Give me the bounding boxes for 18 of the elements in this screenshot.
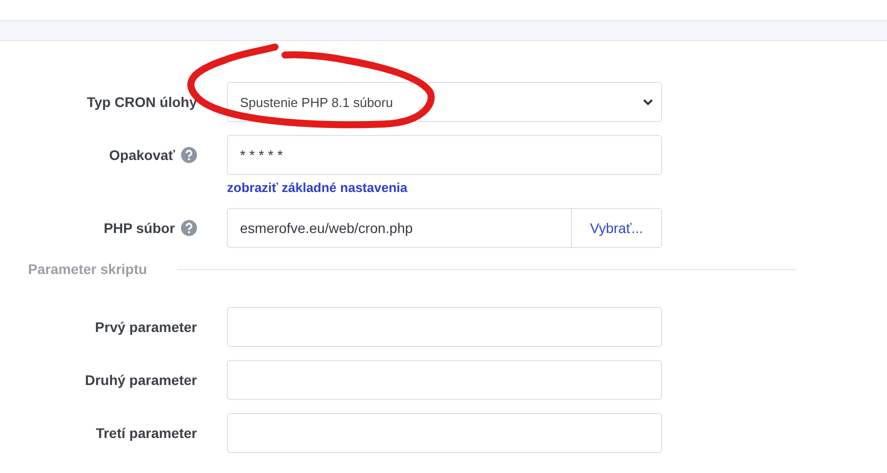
field-label: Opakovať — [109, 147, 175, 163]
help-icon[interactable] — [181, 147, 197, 163]
field-label: Druhý parameter — [84, 372, 197, 388]
field-label: Prvý parameter — [95, 319, 197, 335]
input-field[interactable]: * * * * * — [227, 135, 662, 175]
chevron-down-icon — [643, 98, 653, 106]
field-label: PHP súbor — [104, 220, 175, 236]
help-icon[interactable] — [181, 220, 197, 236]
browse-button[interactable]: Vybrať... — [571, 209, 661, 247]
field-label: Tretí parameter — [96, 425, 197, 441]
field-label: Typ CRON úlohy — [86, 94, 197, 110]
input-field[interactable] — [227, 360, 662, 400]
select-field[interactable]: Spustenie PHP 8.1 súboru — [227, 82, 662, 122]
input-field[interactable]: esmerofve.eu/web/cron.php Vybrať... — [227, 208, 662, 248]
input-field[interactable] — [227, 413, 662, 453]
section-heading: Parameter skriptu — [28, 261, 148, 277]
input-field[interactable] — [227, 307, 662, 347]
show-basic-settings-link[interactable]: zobraziť základné nastavenia — [227, 180, 408, 195]
